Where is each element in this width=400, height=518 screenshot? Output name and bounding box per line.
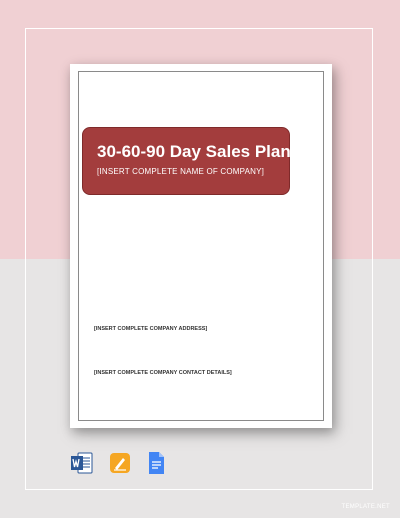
- word-icon[interactable]: [70, 451, 94, 475]
- company-contact-placeholder: [INSERT COMPLETE COMPANY CONTACT DETAILS…: [94, 370, 232, 376]
- watermark: TEMPLATE.NET: [341, 504, 390, 510]
- company-name-placeholder: [INSERT COMPLETE NAME OF COMPANY]: [97, 167, 265, 176]
- title-box: 30-60-90 Day Sales Plan [INSERT COMPLETE…: [82, 127, 291, 195]
- document-preview[interactable]: 30-60-90 Day Sales Plan [INSERT COMPLETE…: [70, 64, 332, 428]
- document-border: [78, 71, 324, 421]
- google-docs-icon[interactable]: [144, 451, 168, 475]
- company-address-placeholder: [INSERT COMPLETE COMPANY ADDRESS]: [94, 326, 208, 332]
- document-title: 30-60-90 Day Sales Plan: [97, 142, 291, 161]
- pages-icon[interactable]: [108, 451, 132, 475]
